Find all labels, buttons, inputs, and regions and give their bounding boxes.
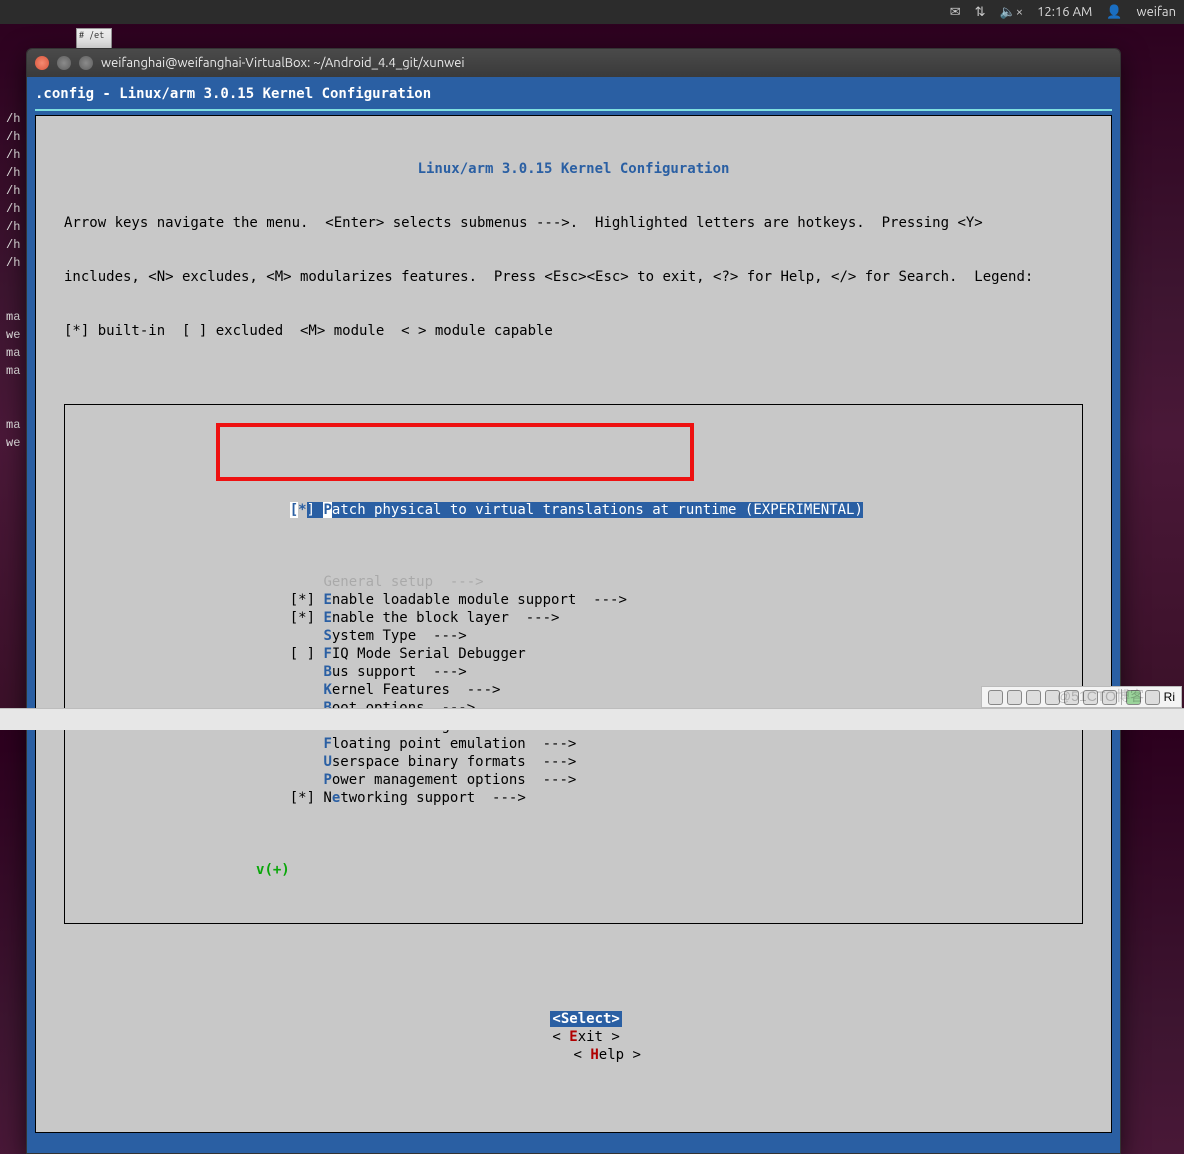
user-name[interactable]: weifan: [1137, 5, 1176, 19]
clock[interactable]: 12:16 AM: [1037, 5, 1092, 19]
help-line-2: includes, <N> excludes, <M> modularizes …: [64, 268, 1083, 286]
mail-icon[interactable]: ✉: [950, 5, 961, 20]
tray-icon[interactable]: [1145, 690, 1160, 705]
menu-item[interactable]: Floating point emulation --->: [79, 735, 1068, 753]
bottom-taskbar[interactable]: [0, 708, 1184, 730]
tray-icon[interactable]: [1007, 690, 1022, 705]
menu-item[interactable]: Bus support --->: [79, 663, 1068, 681]
menuconfig-outer-box: Linux/arm 3.0.15 Kernel Configuration Ar…: [35, 115, 1112, 1133]
minimize-icon[interactable]: [57, 56, 71, 70]
terminal-window: weifanghai@weifanghai-VirtualBox: ~/Andr…: [26, 48, 1121, 1154]
background-terminal-history: /h /h /h /h /h /h /h /h /h ma we ma ma m…: [6, 110, 20, 452]
menu-item-selected[interactable]: [*] Patch physical to virtual translatio…: [79, 501, 1068, 519]
menu-item[interactable]: [*] Enable loadable module support --->: [79, 591, 1068, 609]
tray-icon[interactable]: [1026, 690, 1041, 705]
network-icon[interactable]: ⇅: [975, 5, 986, 20]
menu-item[interactable]: Userspace binary formats --->: [79, 753, 1068, 771]
desktop-topbar: ✉ ⇅ 🔈× 12:16 AM 👤 weifan: [0, 0, 1184, 24]
close-icon[interactable]: [35, 56, 49, 70]
select-button[interactable]: <Select>: [550, 1011, 621, 1027]
annotation-red-box: [216, 423, 694, 481]
menuconfig-title: Linux/arm 3.0.15 Kernel Configuration: [64, 160, 1083, 178]
maximize-icon[interactable]: [79, 56, 93, 70]
menu-item[interactable]: [*] Networking support --->: [79, 789, 1068, 807]
exit-button[interactable]: < Exit >: [552, 1029, 619, 1045]
window-titlebar[interactable]: weifanghai@weifanghai-VirtualBox: ~/Andr…: [27, 49, 1120, 77]
watermark: @51CTO博客: [1057, 686, 1144, 706]
window-title: weifanghai@weifanghai-VirtualBox: ~/Andr…: [101, 56, 465, 70]
tray-text: Ri: [1164, 690, 1175, 704]
divider: [35, 109, 1112, 111]
scroll-down-indicator: v(+): [79, 861, 1068, 879]
menu-item[interactable]: General setup --->: [79, 573, 1068, 591]
menu-item[interactable]: [ ] FIQ Mode Serial Debugger: [79, 645, 1068, 663]
config-header: .config - Linux/arm 3.0.15 Kernel Config…: [35, 85, 1112, 109]
menu-item[interactable]: Kernel Features --->: [79, 681, 1068, 699]
help-line-3: [*] built-in [ ] excluded <M> module < >…: [64, 322, 1083, 340]
volume-icon[interactable]: 🔈×: [1000, 5, 1024, 20]
menu-item[interactable]: [*] Enable the block layer --->: [79, 609, 1068, 627]
file-thumb[interactable]: # /et: [76, 28, 112, 50]
menu-item[interactable]: System Type --->: [79, 627, 1068, 645]
tray-icon[interactable]: [988, 690, 1003, 705]
terminal-body: .config - Linux/arm 3.0.15 Kernel Config…: [27, 77, 1120, 1153]
user-icon[interactable]: 👤: [1106, 5, 1122, 20]
menu-item[interactable]: Power management options --->: [79, 771, 1068, 789]
help-line-1: Arrow keys navigate the menu. <Enter> se…: [64, 214, 1083, 232]
menuconfig-menu-box: [*] Patch physical to virtual translatio…: [64, 404, 1083, 924]
button-row: <Select> < Exit > < Help >: [64, 992, 1083, 1082]
help-button[interactable]: < Help >: [573, 1047, 640, 1063]
